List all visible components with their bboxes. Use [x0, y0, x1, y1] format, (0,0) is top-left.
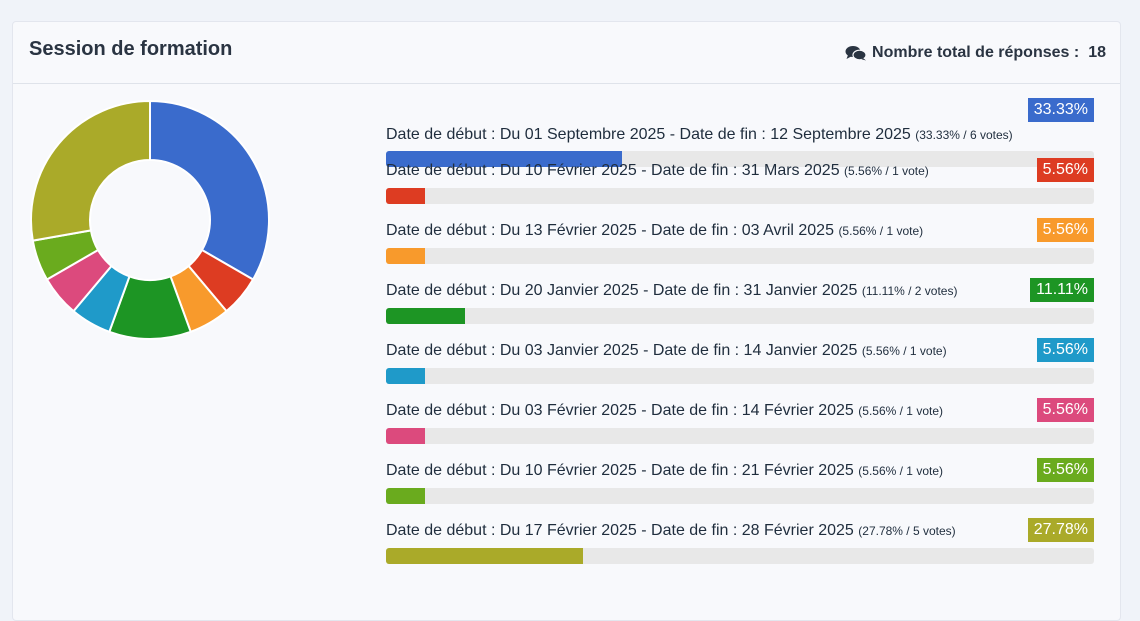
option-label: Date de début : Du 03 Janvier 2025 - Dat… — [386, 342, 947, 360]
option-text: Date de début : Du 20 Janvier 2025 - Dat… — [386, 282, 858, 299]
percent-badge: 27.78% — [1027, 518, 1094, 542]
progress-fill — [386, 368, 426, 384]
poll-option-row: Date de début : Du 17 Février 2025 - Dat… — [386, 518, 1094, 578]
option-detail: (27.78% / 5 votes) — [858, 524, 956, 538]
percent-badge: 33.33% — [1027, 98, 1094, 122]
option-label: Date de début : Du 13 Février 2025 - Dat… — [386, 222, 923, 240]
card-title: Session de formation — [29, 38, 233, 60]
percent-badge: 5.56% — [1036, 158, 1094, 182]
donut-slice — [149, 99, 270, 281]
progress-fill — [386, 488, 426, 504]
poll-option-row: Date de début : Du 03 Février 2025 - Dat… — [386, 398, 1094, 458]
option-label: Date de début : Du 20 Janvier 2025 - Dat… — [386, 282, 957, 300]
percent-badge: 11.11% — [1030, 278, 1094, 302]
option-text: Date de début : Du 03 Février 2025 - Dat… — [386, 402, 854, 419]
progress-track — [386, 548, 1094, 564]
progress-track — [386, 188, 1094, 204]
option-detail: (5.56% / 1 vote) — [861, 344, 947, 358]
option-label: Date de début : Du 10 Février 2025 - Dat… — [386, 162, 929, 180]
total-label: Nombre total de réponses : — [872, 44, 1080, 61]
option-text: Date de début : Du 10 Février 2025 - Dat… — [386, 462, 854, 479]
comments-icon — [845, 45, 867, 61]
option-detail: (5.56% / 1 vote) — [838, 224, 924, 238]
poll-option-row: Date de début : Du 20 Janvier 2025 - Dat… — [386, 278, 1094, 338]
option-detail: (5.56% / 1 vote) — [858, 464, 943, 478]
poll-option-row: Date de début : Du 03 Janvier 2025 - Dat… — [386, 338, 1094, 398]
progress-fill — [386, 428, 426, 444]
poll-option-row: Date de début : Du 10 Février 2025 - Dat… — [386, 158, 1094, 218]
percent-badge: 5.56% — [1036, 338, 1094, 362]
donut-slice — [30, 99, 151, 242]
poll-option-row: Date de début : Du 01 Septembre 2025 - D… — [386, 98, 1094, 167]
option-detail: (11.11% / 2 votes) — [861, 284, 958, 298]
option-detail: (5.56% / 1 vote) — [858, 404, 943, 418]
progress-fill — [386, 188, 426, 204]
percent-badge: 5.56% — [1036, 398, 1094, 422]
poll-option-row: Date de début : Du 13 Février 2025 - Dat… — [386, 218, 1094, 278]
option-text: Date de début : Du 13 Février 2025 - Dat… — [386, 222, 834, 239]
progress-track — [386, 428, 1094, 444]
progress-track — [386, 368, 1094, 384]
option-text: Date de début : Du 01 Septembre 2025 - D… — [386, 126, 911, 143]
percent-badge: 5.56% — [1036, 218, 1094, 242]
option-detail: (33.33% / 6 votes) — [915, 128, 1013, 142]
card-header: Session de formation Nombre total de rép… — [13, 22, 1120, 84]
option-label: Date de début : Du 17 Février 2025 - Dat… — [386, 522, 956, 540]
option-text: Date de début : Du 03 Janvier 2025 - Dat… — [386, 342, 858, 359]
donut-chart — [30, 99, 270, 340]
total-count: 18 — [1088, 44, 1106, 61]
option-label: Date de début : Du 01 Septembre 2025 - D… — [386, 126, 1013, 144]
progress-fill — [386, 248, 426, 264]
percent-badge: 5.56% — [1036, 458, 1094, 482]
option-label: Date de début : Du 03 Février 2025 - Dat… — [386, 402, 943, 420]
option-text: Date de début : Du 10 Février 2025 - Dat… — [386, 162, 840, 179]
progress-fill — [386, 308, 465, 324]
total-responses: Nombre total de réponses : 18 — [845, 44, 1106, 62]
option-detail: (5.56% / 1 vote) — [844, 164, 929, 178]
poll-option-row: Date de début : Du 10 Février 2025 - Dat… — [386, 458, 1094, 518]
progress-track — [386, 248, 1094, 264]
progress-track — [386, 308, 1094, 324]
option-text: Date de début : Du 17 Février 2025 - Dat… — [386, 522, 854, 539]
progress-fill — [386, 548, 583, 564]
option-label: Date de début : Du 10 Février 2025 - Dat… — [386, 462, 943, 480]
progress-track — [386, 488, 1094, 504]
